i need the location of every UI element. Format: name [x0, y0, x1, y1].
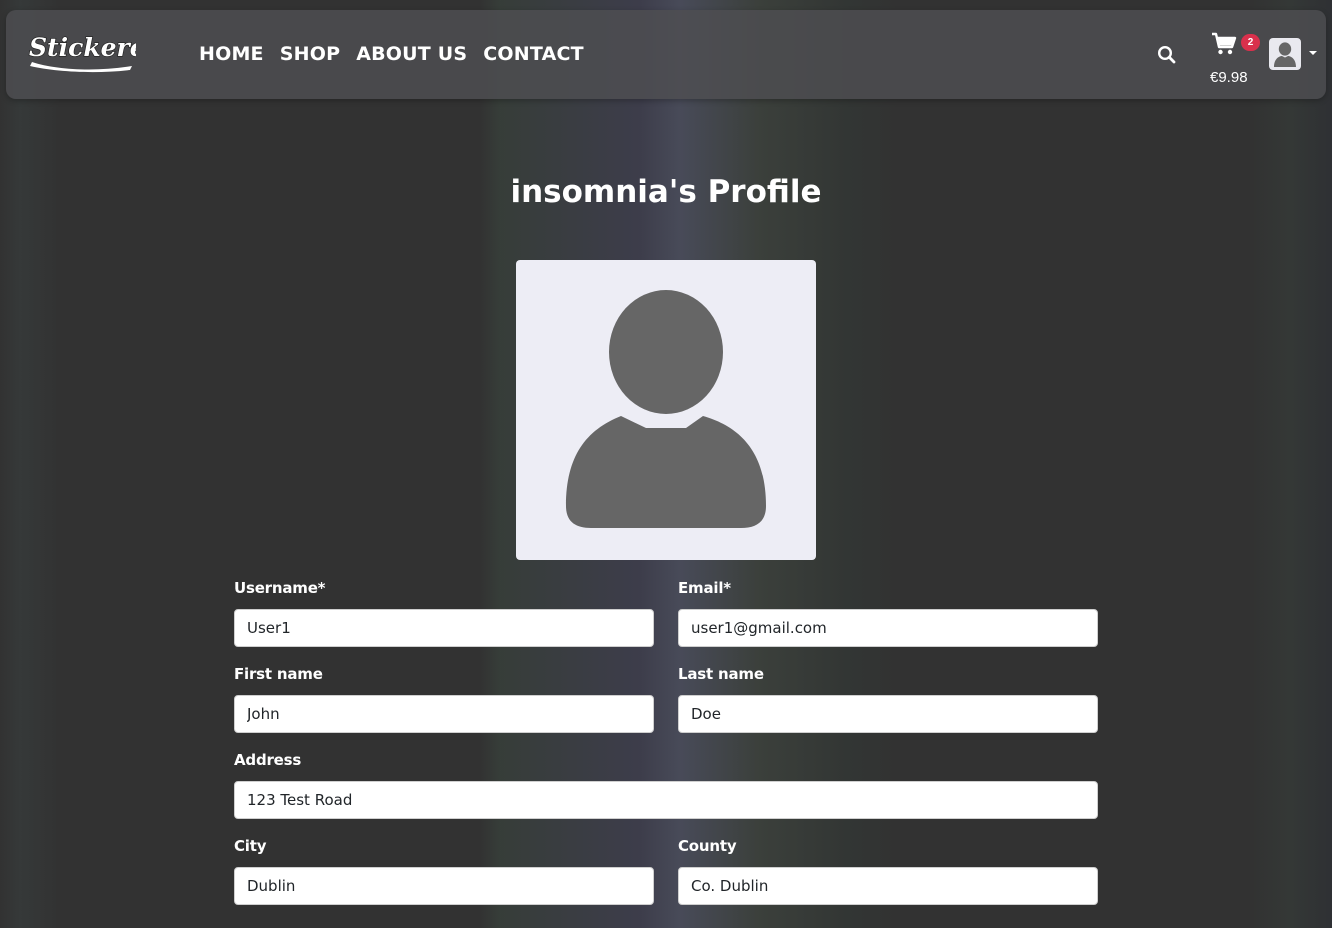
email-input[interactable]	[678, 609, 1098, 647]
first-name-group: First name	[234, 664, 654, 733]
page-title: insomnia's Profile	[510, 174, 822, 210]
county-label: County	[678, 837, 737, 855]
nav-home-link[interactable]: HOME	[199, 42, 264, 66]
cart-total: €9.98	[1210, 69, 1248, 86]
county-input[interactable]	[678, 867, 1098, 905]
cart-icon	[1211, 32, 1237, 56]
svg-text:Stickered: Stickered	[29, 33, 136, 62]
nav-contact-link[interactable]: CONTACT	[483, 42, 584, 66]
search-icon[interactable]	[1156, 44, 1178, 66]
first-name-input[interactable]	[234, 695, 654, 733]
username-label: Username*	[234, 579, 326, 597]
last-name-input[interactable]	[678, 695, 1098, 733]
main-nav: HOME SHOP ABOUT US CONTACT	[199, 42, 584, 66]
username-input[interactable]	[234, 609, 654, 647]
nav-about-link[interactable]: ABOUT US	[356, 42, 467, 66]
email-group: Email*	[678, 578, 1098, 647]
county-group: County	[678, 836, 1098, 905]
city-group: City	[234, 836, 654, 905]
city-input[interactable]	[234, 867, 654, 905]
first-name-label: First name	[234, 665, 323, 683]
username-group: Username*	[234, 578, 654, 647]
address-group: Address	[234, 750, 1098, 819]
email-label: Email*	[678, 579, 731, 597]
address-label: Address	[234, 751, 302, 769]
user-icon	[1269, 38, 1301, 70]
last-name-group: Last name	[678, 664, 1098, 733]
nav-shop-link[interactable]: SHOP	[280, 42, 340, 66]
brand-logo[interactable]: Stickered	[26, 26, 136, 74]
user-menu-button[interactable]	[1269, 38, 1327, 72]
city-label: City	[234, 837, 267, 855]
navbar: Stickered HOME SHOP ABOUT US CONTACT 2 €…	[6, 10, 1326, 99]
cart-button[interactable]: 2 €9.98	[1201, 28, 1260, 88]
cart-count-badge: 2	[1241, 34, 1260, 51]
address-input[interactable]	[234, 781, 1098, 819]
profile-picture	[516, 260, 816, 560]
chevron-down-icon	[1309, 51, 1317, 55]
last-name-label: Last name	[678, 665, 764, 683]
